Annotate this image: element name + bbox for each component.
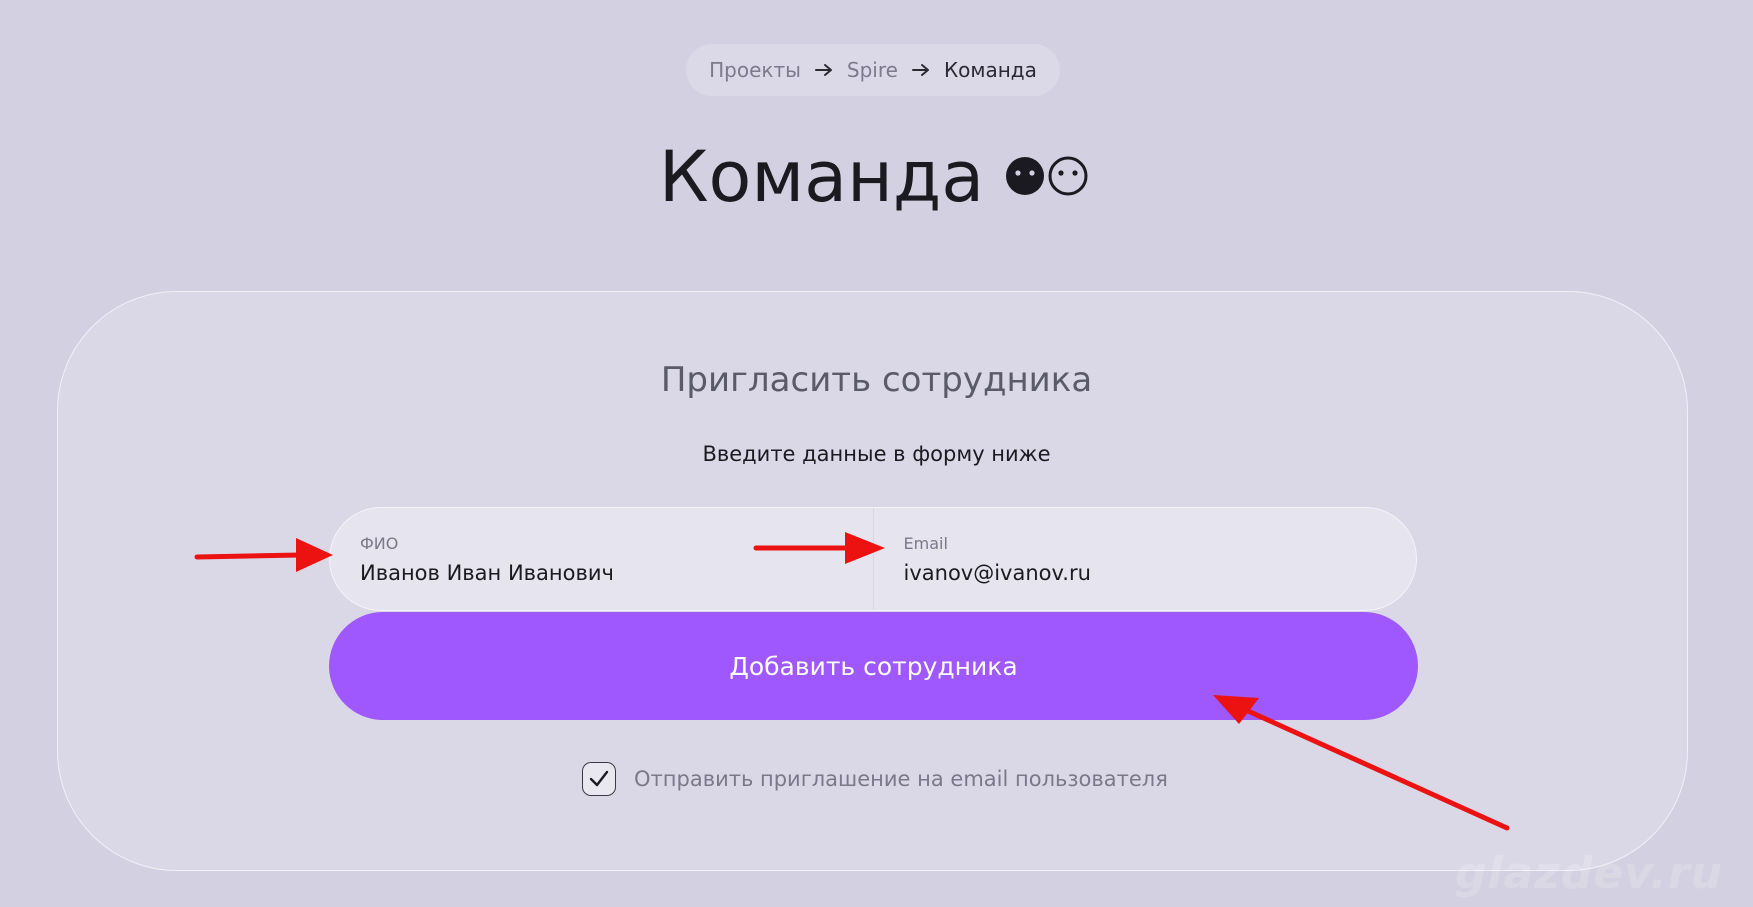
invite-card-title: Пригласить сотрудника: [660, 360, 1093, 400]
invite-card-subtitle: Введите данные в форму ниже: [702, 442, 1051, 466]
send-invite-checkbox[interactable]: [582, 762, 616, 796]
send-invite-option[interactable]: Отправить приглашение на email пользоват…: [582, 762, 1168, 796]
watermark: glazdev.ru: [1454, 848, 1723, 899]
breadcrumb-item-projects[interactable]: Проекты: [709, 58, 801, 82]
send-invite-label: Отправить приглашение на email пользоват…: [634, 767, 1168, 791]
full-name-field[interactable]: ФИО Иванов Иван Иванович: [330, 508, 873, 610]
two-faces-icon: [1006, 156, 1088, 196]
add-employee-button[interactable]: Добавить сотрудника: [329, 612, 1418, 720]
email-label: Email: [903, 534, 948, 553]
email-field[interactable]: Email ivanov@ivanov.ru: [872, 508, 1417, 610]
page-title-text: Команда: [658, 136, 985, 218]
breadcrumb: Проекты Spire Команда: [686, 44, 1060, 96]
page-title: Команда: [0, 132, 1753, 222]
arrow-right-icon: [911, 64, 929, 76]
full-name-input[interactable]: Иванов Иван Иванович: [360, 561, 873, 585]
breadcrumb-item-team: Команда: [943, 58, 1037, 82]
email-input[interactable]: ivanov@ivanov.ru: [904, 561, 1417, 585]
checkmark-icon: [589, 770, 609, 787]
invite-fields-group: ФИО Иванов Иван Иванович Email ivanov@iv…: [329, 507, 1417, 611]
full-name-label: ФИО: [360, 534, 399, 553]
arrow-right-icon: [814, 64, 832, 76]
breadcrumb-item-spire[interactable]: Spire: [847, 58, 898, 82]
